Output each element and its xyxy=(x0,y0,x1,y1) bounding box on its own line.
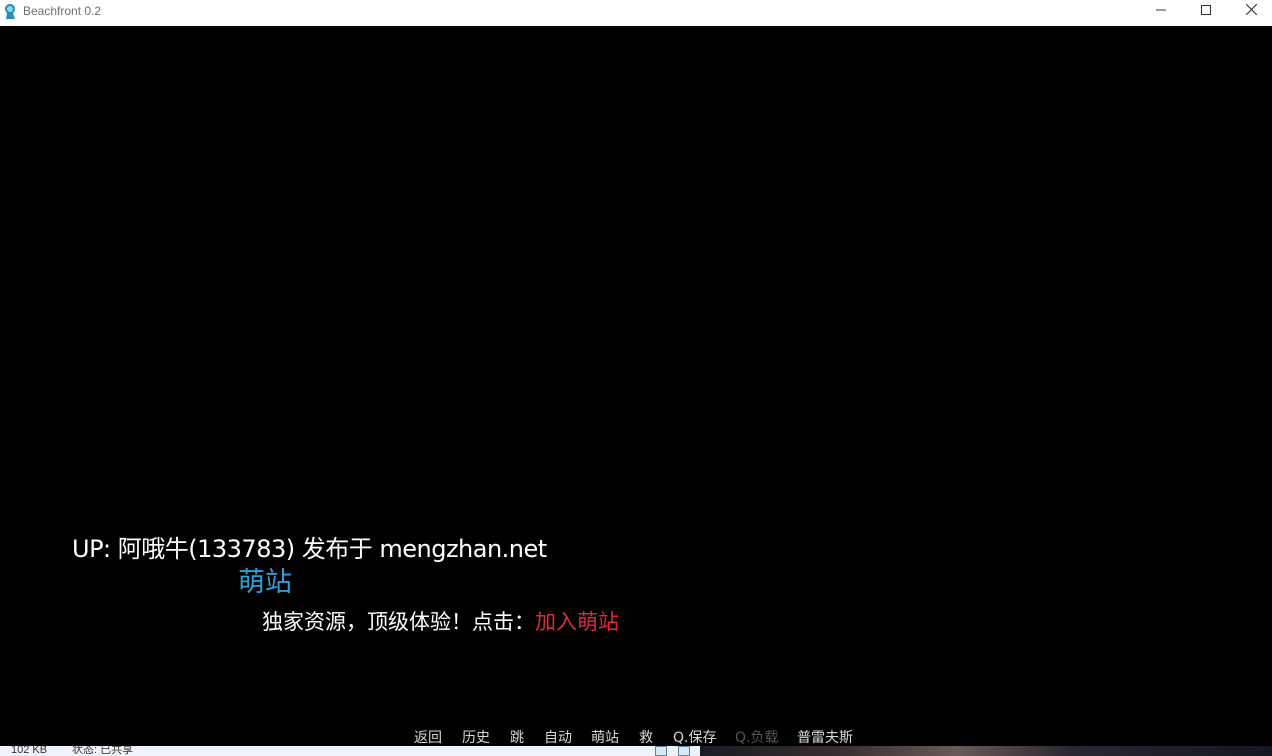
site-name-text: 萌站 xyxy=(238,567,292,598)
maximize-button[interactable] xyxy=(1183,0,1229,22)
background-status-strip: 102 KB 状态: 已共享 xyxy=(0,746,1272,756)
background-wallpaper xyxy=(700,746,1272,756)
quick-menu-skip[interactable]: 跳 xyxy=(510,730,524,746)
quick-menu-history[interactable]: 历史 xyxy=(462,730,490,746)
quick-menu-quick-load[interactable]: Q.负载 xyxy=(735,730,778,746)
quick-menu-quick-save[interactable]: Q.保存 xyxy=(673,730,716,746)
tiles-view-icon[interactable] xyxy=(678,746,690,756)
minimize-icon xyxy=(1156,4,1166,18)
title-bar[interactable]: Beachfront 0.2 xyxy=(0,0,1272,26)
quick-menu-preferences[interactable]: 普雷夫斯 xyxy=(797,730,853,746)
character-icon xyxy=(5,4,16,19)
game-screen[interactable]: UP: 阿哦牛(133783) 发布于 mengzhan.net 萌站 独家资源… xyxy=(0,26,1272,756)
explorer-status-bar: 102 KB 状态: 已共享 xyxy=(0,746,700,756)
minimize-button[interactable] xyxy=(1138,0,1184,22)
promo-text: 独家资源，顶级体验！点击：加入萌站 xyxy=(262,608,619,636)
uploader-credit: UP: 阿哦牛(133783) 发布于 mengzhan.net xyxy=(72,535,547,563)
join-site-link[interactable]: 加入萌站 xyxy=(535,610,619,634)
promo-message: 独家资源，顶级体验！点击： xyxy=(262,610,535,634)
app-window: Beachfront 0.2 UP: 阿哦牛(133783) 发布于 mengz… xyxy=(0,0,1272,756)
quick-menu-save[interactable]: 救 xyxy=(639,730,653,746)
file-size-text: 102 KB xyxy=(11,746,48,756)
close-icon xyxy=(1245,3,1257,18)
details-view-icon[interactable] xyxy=(655,746,667,756)
quick-menu-back[interactable]: 返回 xyxy=(414,730,442,746)
close-button[interactable] xyxy=(1228,0,1272,22)
share-status-text: 状态: 已共享 xyxy=(72,746,134,756)
maximize-icon xyxy=(1201,4,1211,18)
quick-menu-auto[interactable]: 自动 xyxy=(544,730,572,746)
window-title: Beachfront 0.2 xyxy=(23,4,102,18)
quick-menu-site[interactable]: 萌站 xyxy=(591,730,619,746)
